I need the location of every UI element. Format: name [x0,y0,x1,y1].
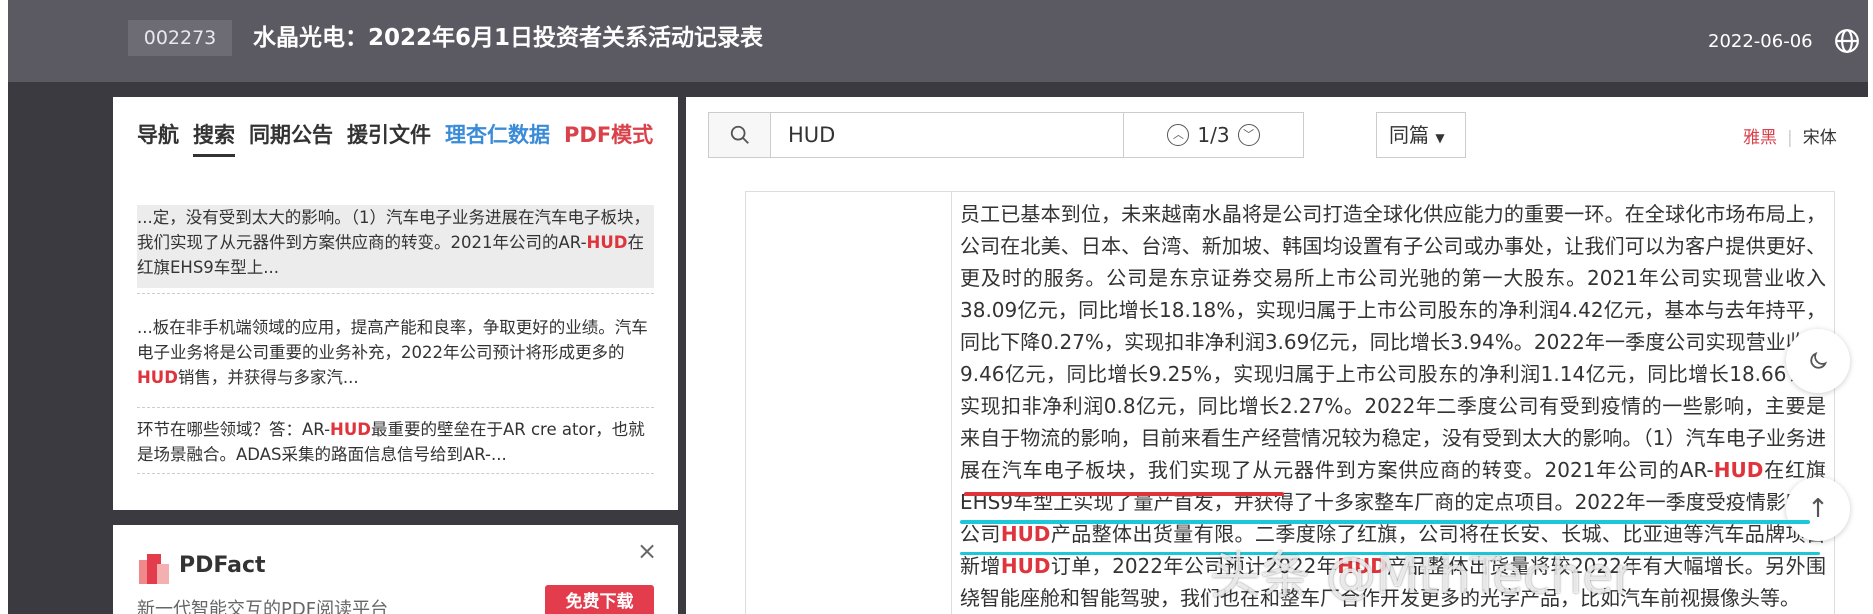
scroll-top-button[interactable]: ↑ [1786,477,1850,541]
search-result-item[interactable]: ...板在非手机端领域的应用，提高产能和良率，争取更好的业绩。汽车电子业务将是公… [137,315,654,390]
search-input[interactable] [772,113,1122,157]
pdfact-logo-icon [139,554,169,584]
tab-search[interactable]: 搜索 [193,117,235,157]
sidebar-panel: 导航 搜索 同期公告 援引文件 理杏仁数据 PDF模式 ...定，没有受到太大的… [113,97,678,510]
ad-banner: PDFact 新一代智能交互的PDF阅读平台 免费下载 × [113,525,678,614]
tab-cited-files[interactable]: 援引文件 [347,117,431,157]
ad-brand-name: PDFact [179,553,266,578]
close-icon[interactable]: × [637,537,657,565]
search-result-item[interactable]: ...定，没有受到太大的影响。（1）汽车电子业务进展在汽车电子板块，我们实现了从… [137,205,654,288]
font-songti-option[interactable]: 宋体 [1803,128,1837,148]
font-yahei-option[interactable]: 雅黑 [1743,128,1777,148]
font-options: 雅黑 | 宋体 [1743,123,1837,148]
search-result-item[interactable]: 环节在哪些领域？答：AR-HUD最重要的壁垒在于AR cre ator，也就是场… [137,417,654,467]
tab-pdf-mode[interactable]: PDF模式 [564,117,653,157]
page-margin [746,192,952,614]
annotation-underline-cyan [960,520,1810,524]
search-icon [730,125,749,144]
page-title: 水晶光电：2022年6月1日投资者关系活动记录表 [253,25,764,51]
annotation-underline-red [964,492,1284,496]
caret-down-icon: ▼ [1435,131,1445,145]
publish-date: 2022-06-06 [1708,31,1813,52]
sidebar-tabs: 导航 搜索 同期公告 援引文件 理杏仁数据 PDF模式 [137,117,653,157]
free-download-button[interactable]: 免费下载 [545,585,654,614]
result-divider [137,473,654,474]
font-separator: | [1787,128,1793,148]
scope-select[interactable]: 同篇 ▼ [1376,112,1466,158]
search-button[interactable] [709,113,771,157]
dark-mode-button[interactable] [1786,329,1850,393]
watermark-text: 头条 @MthTecher [1210,547,1634,605]
globe-icon[interactable] [1834,28,1860,54]
prev-result-icon[interactable]: ︿ [1167,124,1190,146]
result-divider [137,407,654,408]
search-bar: ︿ 1/3 ﹀ [708,112,1304,158]
moon-icon [1810,351,1828,369]
search-result-nav: ︿ 1/3 ﹀ [1123,113,1303,157]
result-divider [137,293,654,294]
tab-navigation[interactable]: 导航 [137,117,179,157]
arrow-up-icon: ↑ [1807,494,1829,524]
tab-lixinger-data[interactable]: 理杏仁数据 [445,117,550,157]
header-bar: 002273 水晶光电：2022年6月1日投资者关系活动记录表 2022-06-… [8,0,1873,82]
tab-same-period[interactable]: 同期公告 [249,117,333,157]
result-position: 1/3 [1197,123,1230,147]
window-left-edge [0,0,8,614]
next-result-icon[interactable]: ﹀ [1237,124,1260,146]
stock-code-badge: 002273 [128,20,232,56]
ad-subtitle: 新一代智能交互的PDF阅读平台 [137,599,389,614]
window-right-edge [1868,0,1873,614]
